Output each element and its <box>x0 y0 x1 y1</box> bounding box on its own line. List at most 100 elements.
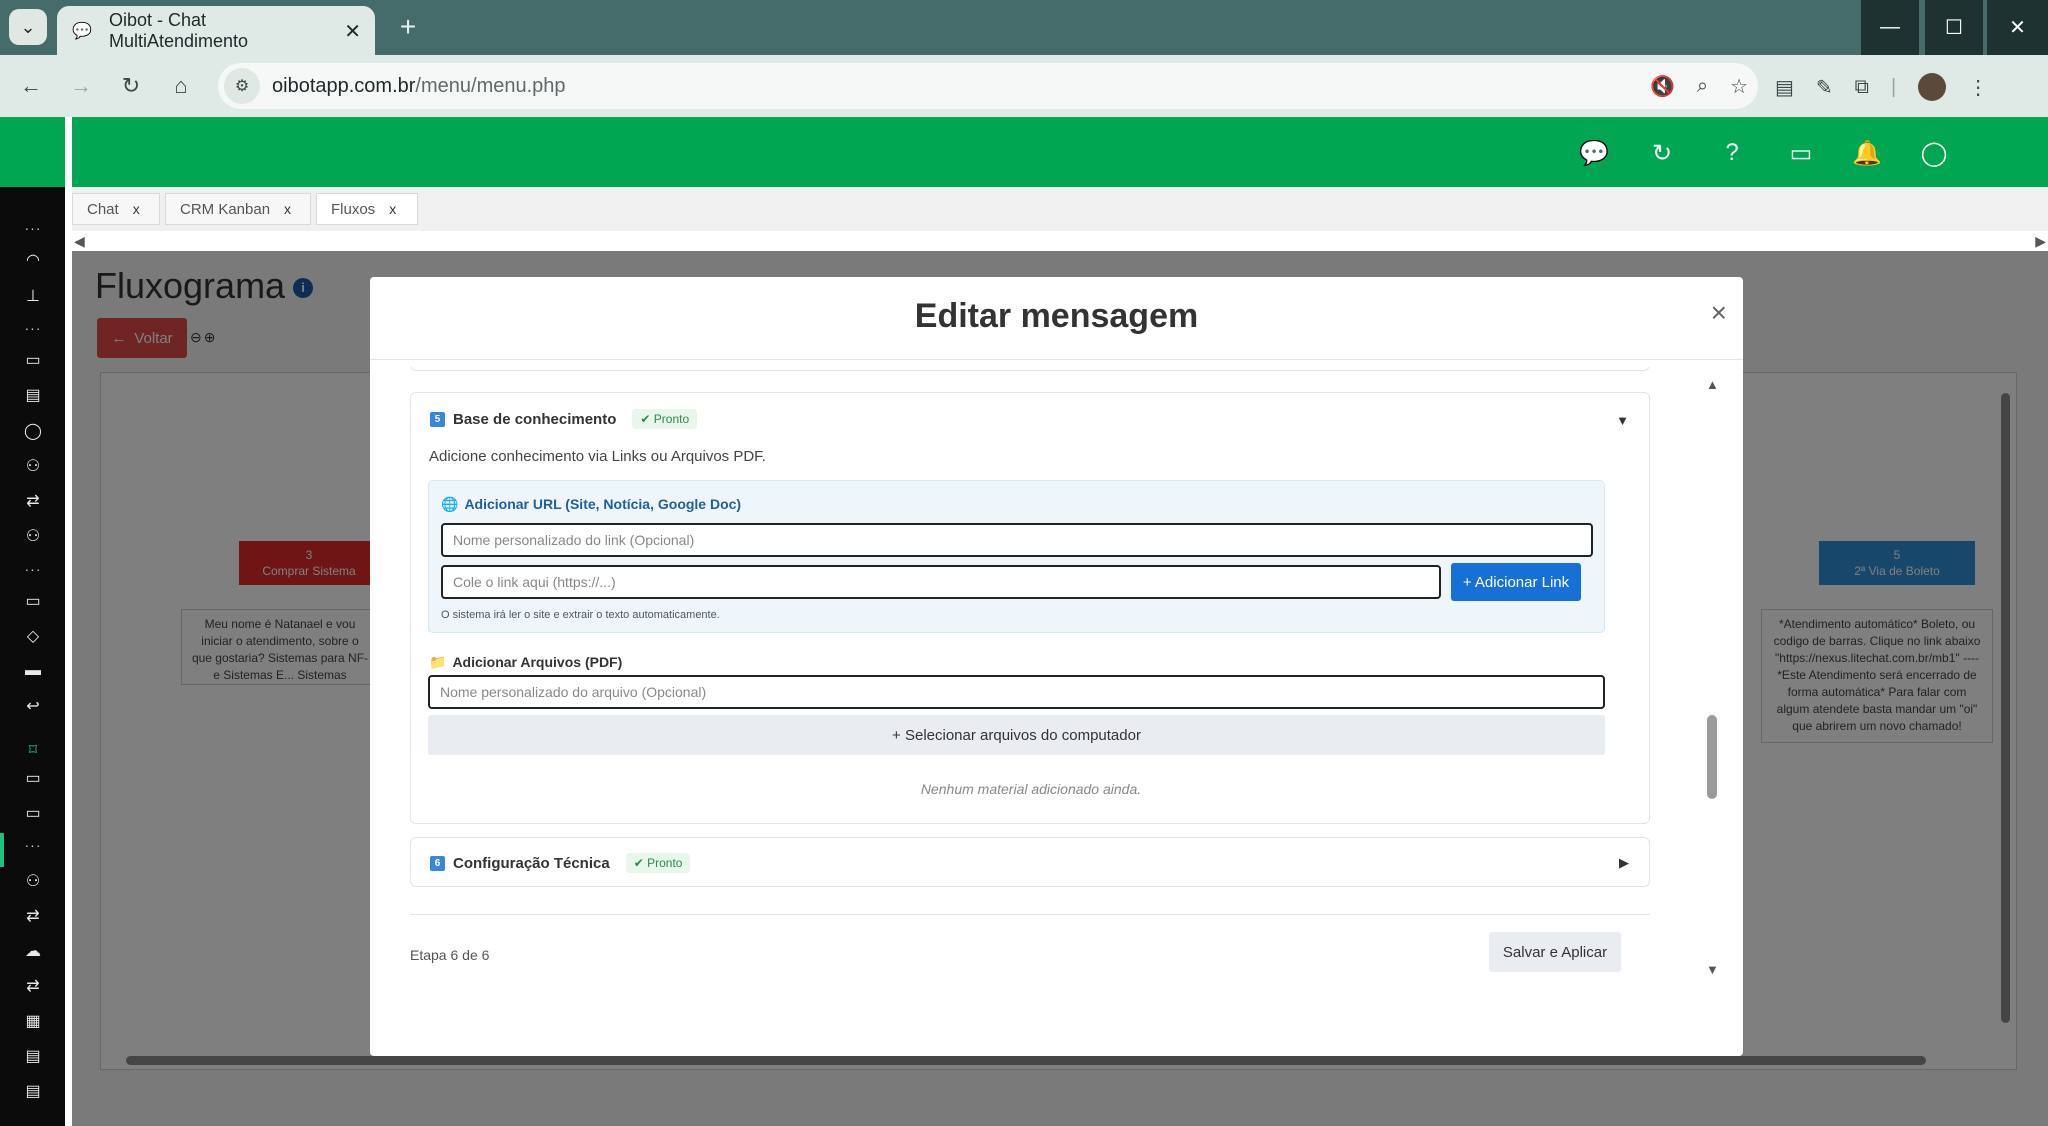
caret-down-icon[interactable]: ▼ <box>1616 413 1629 428</box>
toolbar-separator: | <box>1890 75 1897 98</box>
calendar-icon[interactable]: ▦ <box>22 1010 44 1032</box>
url-text: oibotapp.com.br/menu/menu.php <box>272 74 566 97</box>
chat-bubbles-icon[interactable]: 💬 <box>1579 139 1609 167</box>
app-tab-label: Chat <box>87 200 119 218</box>
file-list-icon[interactable]: ▤ <box>22 1080 44 1102</box>
refresh-icon[interactable]: ↻ <box>1648 139 1676 167</box>
app-tab-close[interactable]: x <box>133 201 140 217</box>
scroll-up-icon[interactable]: ▲ <box>1706 377 1719 392</box>
technical-config-header[interactable]: 6 Configuração Técnica ✔ Pronto <box>430 853 691 873</box>
help-icon[interactable]: ? <box>1718 139 1746 167</box>
bell-icon[interactable]: 🔔 <box>1852 139 1882 167</box>
minimize-button[interactable]: — <box>1861 0 1919 55</box>
modal-scrollbar[interactable]: ▲ ▼ <box>1700 377 1724 977</box>
dashboard-gauge-icon[interactable]: ◠ <box>22 249 44 271</box>
comment-icon[interactable]: ▭ <box>22 767 44 789</box>
comment-alert-icon[interactable]: ▭ <box>1787 139 1815 167</box>
chat-favicon-icon: 💬 <box>72 23 92 40</box>
knowledge-base-header[interactable]: 5 Base de conhecimento ✔ Pronto <box>430 409 698 429</box>
sidebar-dots-icon: ··· <box>24 837 42 853</box>
app-header: 💬 ↻ ? ▭ 🔔 ◯ <box>72 117 2048 187</box>
tab-search-button[interactable]: ⌄ <box>9 9 47 45</box>
sitemap-icon[interactable]: ⊥ <box>22 285 44 307</box>
users-icon[interactable]: ⚇ <box>22 455 44 477</box>
bookmark-star-icon[interactable]: ☆ <box>1730 74 1748 99</box>
app-tab-close[interactable]: x <box>389 201 396 217</box>
user-settings-icon[interactable]: ⚇ <box>22 870 44 892</box>
folder-icon[interactable]: ▬ <box>22 660 44 682</box>
save-apply-button[interactable]: Salvar e Aplicar <box>1489 932 1621 972</box>
home-icon[interactable]: ⌂ <box>160 65 202 107</box>
sidebar-active-indicator <box>0 833 4 867</box>
new-tab-button[interactable]: + <box>390 9 426 45</box>
menu-dots-icon[interactable]: ⋮ <box>1968 75 1988 100</box>
scroll-right-icon[interactable]: ▶ <box>2035 233 2046 250</box>
mute-icon[interactable]: 🔇 <box>1650 74 1675 99</box>
document-icon[interactable]: ▤ <box>22 384 44 406</box>
sync-icon[interactable]: ⇄ <box>22 490 44 512</box>
caret-right-icon[interactable]: ▶ <box>1619 855 1629 871</box>
link-name-input[interactable]: Nome personalizado do link (Opcional) <box>441 523 1593 557</box>
sidebar-dots-icon: ··· <box>24 220 42 236</box>
maximize-button[interactable]: ☐ <box>1925 0 1983 55</box>
add-link-button[interactable]: + Adicionar Link <box>1451 563 1581 601</box>
knowledge-base-description: Adicione conhecimento via Links ou Arqui… <box>429 448 766 465</box>
technical-config-title: Configuração Técnica <box>453 854 610 872</box>
site-info-icon[interactable]: ⚙ <box>224 68 260 104</box>
tab-title: Oibot - Chat MultiAtendimento <box>109 10 249 51</box>
zoom-icon[interactable]: ⌕ <box>1697 75 1708 98</box>
cloud-icon[interactable]: ☁ <box>22 940 44 962</box>
app-tab-close[interactable]: x <box>284 201 291 217</box>
browser-tab[interactable]: 💬 Oibot - Chat MultiAtendimento ✕ <box>57 6 375 56</box>
sidebar-dots-icon: ··· <box>24 320 42 336</box>
app-sidebar: ··· ◠ ⊥ ··· ▭ ▤ ◯ ⚇ ⇄ ⚇ ··· ▭ ◇ ▬ ↩ ⌑ ▭ … <box>0 117 65 1126</box>
user-icon[interactable]: ◯ <box>22 420 44 442</box>
message-icon[interactable]: ▭ <box>22 590 44 612</box>
app-tab-label: CRM Kanban <box>180 200 271 218</box>
step-indicator: Etapa 6 de 6 <box>410 947 490 963</box>
media-icon[interactable]: ▤ <box>1775 75 1794 100</box>
technical-config-card[interactable]: 6 Configuração Técnica ✔ Pronto ▶ <box>410 837 1650 887</box>
repeat-icon[interactable]: ⇄ <box>22 975 44 997</box>
scroll-left-icon[interactable]: ◀ <box>74 233 85 250</box>
app-tab-fluxos[interactable]: Fluxos x <box>316 193 418 225</box>
scroll-down-icon[interactable]: ▼ <box>1706 962 1719 977</box>
tabbar-scroll: ◀ ▶ <box>72 231 2048 251</box>
link-url-input[interactable]: Cole o link aqui (https://...) <box>441 565 1441 599</box>
address-bar[interactable]: ⚙ oibotapp.com.br/menu/menu.php 🔇 ⌕ ☆ <box>218 63 1758 109</box>
chevron-down-icon: ⌄ <box>20 16 36 37</box>
footer-divider <box>410 914 1650 915</box>
status-badge: ✔ Pronto <box>632 409 698 429</box>
pen-extension-icon[interactable]: ✎ <box>1816 75 1833 100</box>
profile-avatar[interactable] <box>1918 73 1947 101</box>
exchange-icon[interactable]: ⇄ <box>22 905 44 927</box>
tag-icon[interactable]: ◇ <box>22 625 44 647</box>
file-name-input[interactable]: Nome personalizado do arquivo (Opcional) <box>428 675 1605 709</box>
app-tab-crm-kanban[interactable]: CRM Kanban x <box>165 193 311 225</box>
previous-step-card <box>410 367 1650 371</box>
url-hint: O sistema irá ler o site e extrair o tex… <box>441 609 720 621</box>
reload-icon[interactable]: ↻ <box>110 65 152 107</box>
extensions-puzzle-icon[interactable]: ⧉ <box>1855 76 1869 99</box>
scrollbar-thumb[interactable] <box>1707 715 1717 799</box>
select-files-button[interactable]: + Selecionar arquivos do computador <box>428 715 1605 755</box>
app-tab-label: Fluxos <box>331 200 376 218</box>
step-number-badge: 6 <box>430 855 445 871</box>
add-url-title: 🌐 Adicionar URL (Site, Notícia, Google Do… <box>441 496 742 512</box>
id-card-icon[interactable]: ▭ <box>22 349 44 371</box>
step-number-badge: 5 <box>430 411 445 427</box>
add-files-title: 📁 Adicionar Arquivos (PDF) <box>429 654 623 670</box>
tab-close-icon[interactable]: ✕ <box>344 19 361 44</box>
forward-icon[interactable]: → <box>60 65 102 107</box>
comment-alt-icon[interactable]: ▭ <box>22 802 44 824</box>
close-window-button[interactable]: ✕ <box>1987 0 2048 55</box>
reply-icon[interactable]: ↩ <box>22 695 44 717</box>
knowledge-base-title: Base de conhecimento <box>453 410 617 428</box>
account-icon[interactable]: ◯ <box>1920 139 1948 167</box>
app-tab-chat[interactable]: Chat x <box>72 193 160 225</box>
back-icon[interactable]: ← <box>10 65 52 107</box>
close-icon[interactable]: × <box>1711 297 1727 329</box>
bookmark-icon[interactable]: ⌑ <box>22 739 44 761</box>
report-icon[interactable]: ▤ <box>22 1045 44 1067</box>
user-group-icon[interactable]: ⚇ <box>22 525 44 547</box>
